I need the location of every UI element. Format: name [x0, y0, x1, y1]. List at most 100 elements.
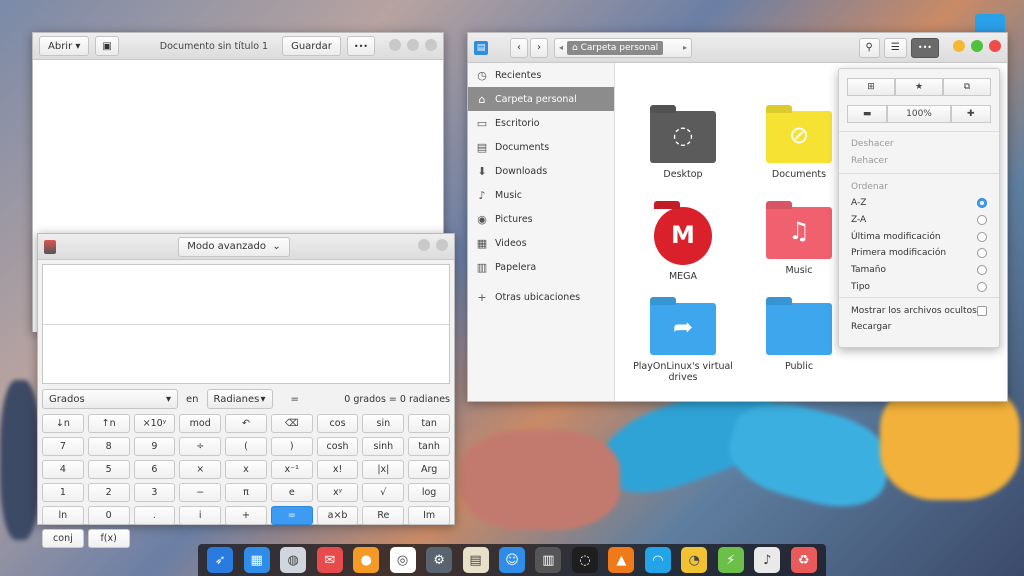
calc-key[interactable]: x⁻¹	[270, 460, 313, 479]
calc-key[interactable]: 2	[87, 483, 130, 502]
file-item[interactable]: Public	[749, 303, 849, 372]
calc-key[interactable]: ×10ʸ	[133, 414, 176, 433]
multitasking-icon[interactable]: ▦	[243, 547, 270, 573]
sidebar-item-documents[interactable]: ▤ Documents	[468, 135, 614, 159]
bookmark-button[interactable]: ★	[895, 78, 943, 96]
view-toggle-button[interactable]: ☰	[883, 37, 907, 58]
mail-icon[interactable]: ✉	[316, 547, 343, 573]
back-button[interactable]: ‹	[510, 37, 528, 58]
vlc-icon[interactable]: ▲	[608, 547, 635, 573]
file-item[interactable]: ⊘ Documents	[749, 111, 849, 180]
sidebar-item-pictures[interactable]: ◉ Pictures	[468, 207, 614, 231]
calc-key[interactable]: i	[179, 506, 222, 525]
chrome-icon[interactable]: ◎	[389, 547, 416, 573]
sidebar-item-recientes[interactable]: ◷ Recientes	[468, 63, 614, 87]
calc-key[interactable]: Arg	[408, 460, 450, 479]
show-hidden-files-item[interactable]: Mostrar los archivos ocultos	[839, 302, 999, 319]
close-button[interactable]	[989, 40, 1001, 52]
calc-key[interactable]: mod	[179, 414, 222, 433]
sort-radio[interactable]	[977, 198, 987, 209]
new-folder-button[interactable]: ⊞	[847, 78, 895, 96]
rocket-icon[interactable]: ➶	[207, 547, 234, 573]
files-icon[interactable]: ◍	[280, 547, 307, 573]
calc-key[interactable]: (	[225, 437, 267, 456]
sort-radio[interactable]	[977, 265, 987, 276]
sort-radio[interactable]	[977, 215, 987, 226]
wifi-icon[interactable]: ◠	[644, 547, 671, 573]
sidebar-item-downloads[interactable]: ⬇ Downloads	[468, 159, 614, 183]
sort-radio[interactable]	[977, 248, 987, 259]
sidebar-item-videos[interactable]: ▦ Videos	[468, 231, 614, 255]
save-button[interactable]: Guardar	[282, 36, 341, 56]
minimize-button[interactable]	[953, 40, 965, 52]
calc-key[interactable]: ⌫	[270, 414, 313, 433]
calc-key[interactable]: sin	[362, 414, 405, 433]
file-item[interactable]: ♫ Music	[749, 207, 849, 276]
sort-option[interactable]: Tipo	[839, 279, 999, 296]
calc-key[interactable]: Re	[362, 506, 405, 525]
clock-icon[interactable]: ◔	[681, 547, 708, 573]
unit-from-select[interactable]: Grados ▾	[42, 389, 178, 409]
calc-key[interactable]: ↓n	[42, 414, 84, 433]
calc-key[interactable]: cosh	[316, 437, 359, 456]
calc-key[interactable]: ÷	[179, 437, 222, 456]
redo-item[interactable]: Rehacer	[839, 153, 999, 170]
zoom-level[interactable]: 100%	[887, 105, 951, 123]
calc-key[interactable]: 6	[133, 460, 176, 479]
close-button[interactable]	[436, 239, 448, 251]
maximize-button[interactable]	[971, 40, 983, 52]
breadcrumb[interactable]: ◂ ⌂ Carpeta personal ▸	[554, 37, 692, 58]
sort-option[interactable]: Primera modificación	[839, 245, 999, 262]
calc-key[interactable]: 1	[42, 483, 84, 502]
expression-area[interactable]	[43, 265, 449, 325]
calc-key[interactable]: 7	[42, 437, 84, 456]
close-button[interactable]	[425, 38, 437, 51]
music-icon[interactable]: ♪	[754, 547, 781, 573]
file-item[interactable]: ➦ PlayOnLinux's virtual drives	[633, 303, 733, 383]
calc-key[interactable]: x	[225, 460, 267, 479]
file-item[interactable]: M MEGA	[633, 207, 733, 282]
calculator-display[interactable]	[42, 264, 450, 384]
sort-radio[interactable]	[977, 231, 987, 242]
calc-key[interactable]: .	[133, 506, 176, 525]
calc-key[interactable]: 3	[133, 483, 176, 502]
calc-key[interactable]: f(x)	[87, 529, 130, 548]
calc-key[interactable]: 4	[42, 460, 84, 479]
breadcrumb-home[interactable]: ⌂ Carpeta personal	[567, 40, 664, 55]
calc-key[interactable]: |x|	[362, 460, 405, 479]
sidebar-item-escritorio[interactable]: ▭ Escritorio	[468, 111, 614, 135]
calc-key[interactable]: =	[270, 506, 313, 525]
open-terminal-button[interactable]: ⧉	[943, 78, 991, 96]
search-button[interactable]: ⚲	[858, 37, 880, 58]
calc-key[interactable]: 5	[87, 460, 130, 479]
mode-selector[interactable]: Modo avanzado ⌄	[178, 236, 290, 257]
sidebar-item-music[interactable]: ♪ Music	[468, 183, 614, 207]
sort-radio[interactable]	[977, 281, 987, 292]
android-icon[interactable]: ⚡	[717, 547, 744, 573]
calc-key[interactable]: tan	[408, 414, 450, 433]
settings-icon[interactable]: ⚙	[426, 547, 453, 573]
forward-button[interactable]: ›	[530, 37, 548, 58]
calc-key[interactable]: xʸ	[316, 483, 359, 502]
calc-key[interactable]: √	[362, 483, 405, 502]
calc-key[interactable]: ↶	[225, 414, 267, 433]
sort-option[interactable]: A-Z	[839, 195, 999, 212]
minimize-button[interactable]	[389, 38, 401, 51]
undo-item[interactable]: Deshacer	[839, 136, 999, 153]
unit-to-select[interactable]: Radianes ▾	[206, 389, 273, 409]
calc-key[interactable]: −	[179, 483, 222, 502]
reload-item[interactable]: Recargar	[839, 319, 999, 336]
calc-key[interactable]: log	[408, 483, 450, 502]
sidebar-item-otras-ubicaciones[interactable]: + Otras ubicaciones	[468, 285, 614, 309]
menu-button[interactable]: •••	[346, 36, 375, 56]
calc-key[interactable]: Im	[408, 506, 450, 525]
sort-option[interactable]: Tamaño	[839, 262, 999, 279]
trash-icon[interactable]: ♻	[790, 547, 817, 573]
bookmark-button[interactable]: ▣	[95, 36, 119, 56]
calc-key[interactable]: tanh	[408, 437, 450, 456]
calc-key[interactable]: x!	[316, 460, 359, 479]
notes-icon[interactable]: ▤	[462, 547, 489, 573]
calc-key[interactable]: 0	[87, 506, 130, 525]
sort-option[interactable]: Z-A	[839, 212, 999, 229]
orange-icon[interactable]: ●	[353, 547, 380, 573]
